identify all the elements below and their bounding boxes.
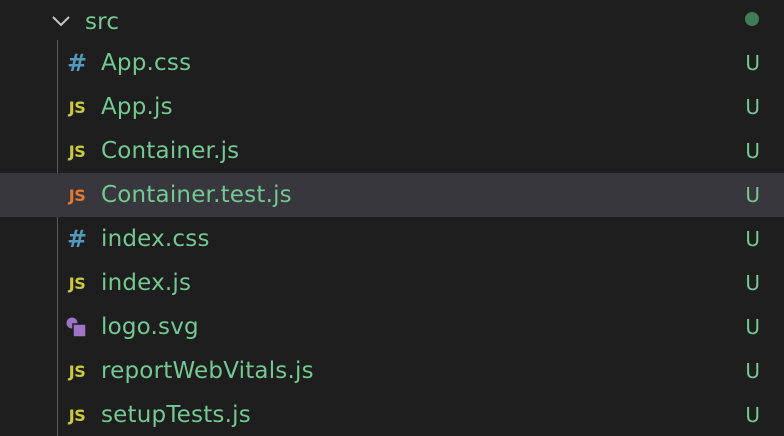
- js-file-icon: JS: [68, 97, 86, 117]
- file-name: App.js: [101, 94, 173, 120]
- svg-file-icon: [64, 314, 90, 340]
- file-row[interactable]: # index.css U: [0, 217, 784, 261]
- file-name: App.css: [101, 50, 192, 76]
- file-row[interactable]: JS reportWebVitals.js U: [0, 349, 784, 393]
- css-file-icon: #: [66, 225, 88, 253]
- git-status-badge: U: [745, 227, 760, 251]
- file-row[interactable]: JS setupTests.js U: [0, 393, 784, 436]
- file-name: index.js: [101, 270, 192, 296]
- js-file-icon: JS: [68, 141, 86, 161]
- git-status-badge: U: [745, 271, 760, 295]
- file-name: reportWebVitals.js: [101, 358, 314, 384]
- file-name: setupTests.js: [101, 402, 251, 428]
- folder-row-src[interactable]: src: [0, 0, 784, 44]
- file-row[interactable]: # App.css U: [0, 41, 784, 85]
- git-status-badge: U: [745, 95, 760, 119]
- css-file-icon: #: [66, 49, 88, 77]
- js-test-file-icon: JS: [68, 185, 86, 205]
- file-row[interactable]: JS index.js U: [0, 261, 784, 305]
- file-row[interactable]: logo.svg U: [0, 305, 784, 349]
- modified-dot-icon: [745, 12, 759, 26]
- chevron-down-icon[interactable]: [50, 10, 72, 32]
- git-status-badge: U: [745, 51, 760, 75]
- js-file-icon: JS: [68, 405, 86, 425]
- folder-label: src: [85, 9, 120, 35]
- file-explorer: src # App.css U JS App.js U JS Container.js U JS C…: [0, 0, 784, 436]
- file-name: Container.test.js: [101, 182, 292, 208]
- git-status-badge: U: [745, 359, 760, 383]
- js-file-icon: JS: [68, 361, 86, 381]
- file-name: Container.js: [101, 138, 240, 164]
- git-status-badge: U: [745, 403, 760, 427]
- git-status-badge: U: [745, 315, 760, 339]
- file-name: logo.svg: [101, 314, 199, 340]
- file-row[interactable]: JS App.js U: [0, 85, 784, 129]
- file-name: index.css: [101, 226, 210, 252]
- git-status-badge: U: [745, 139, 760, 163]
- file-row[interactable]: JS Container.js U: [0, 129, 784, 173]
- git-status-badge: U: [745, 183, 760, 207]
- file-row[interactable]: JS Container.test.js U: [0, 173, 784, 217]
- js-file-icon: JS: [68, 273, 86, 293]
